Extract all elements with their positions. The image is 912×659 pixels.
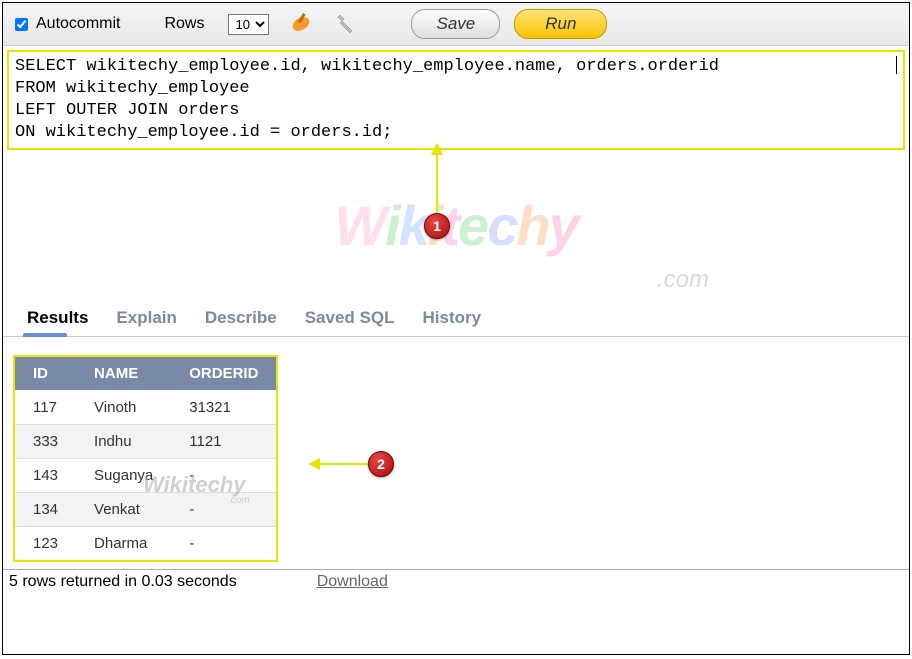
col-id: ID [15,357,76,391]
save-button[interactable]: Save [411,9,500,39]
table-row: 333 Indhu 1121 [15,425,276,459]
tab-saved-sql[interactable]: Saved SQL [291,300,409,336]
autocommit-checkbox-wrap[interactable]: Autocommit [15,15,120,33]
autocommit-checkbox[interactable] [15,18,28,31]
results-panel: ID NAME ORDERID 117 Vinoth 31321 333 Ind… [3,337,909,569]
tab-bar: Results Explain Describe Saved SQL Histo… [3,300,909,337]
watermark-main: Wikitechy [334,193,577,258]
col-name: NAME [76,357,171,391]
run-button[interactable]: Run [514,9,607,39]
clear-icon[interactable] [289,12,313,36]
download-link[interactable]: Download [317,573,388,591]
table-row: 143 Suganya - [15,459,276,493]
sql-text: SELECT wikitechy_employee.id, wikitechy_… [15,56,896,144]
result-table: ID NAME ORDERID 117 Vinoth 31321 333 Ind… [15,357,276,560]
watermark-small-sub: .com [228,495,250,506]
toolbar: Autocommit Rows 10 Save Run [3,3,909,46]
autocommit-label: Autocommit [36,15,120,33]
tab-explain[interactable]: Explain [102,300,190,336]
rows-returned-text: 5 rows returned in 0.03 seconds [9,573,237,591]
rows-label: Rows [164,15,204,33]
sql-editor[interactable]: SELECT wikitechy_employee.id, wikitechy_… [7,50,905,150]
result-table-wrap: ID NAME ORDERID 117 Vinoth 31321 333 Ind… [13,355,278,562]
watermark-sub: .com [657,266,709,294]
tab-describe[interactable]: Describe [191,300,291,336]
tab-history[interactable]: History [408,300,495,336]
col-orderid: ORDERID [171,357,276,391]
rows-select[interactable]: 10 [228,14,269,35]
watermark-area: Wikitechy .com [3,150,909,300]
tab-results[interactable]: Results [13,300,102,336]
wrench-icon[interactable] [333,12,357,36]
status-bar: 5 rows returned in 0.03 seconds Download [3,569,909,594]
table-row: 117 Vinoth 31321 [15,391,276,425]
table-row: 123 Dharma - [15,527,276,561]
